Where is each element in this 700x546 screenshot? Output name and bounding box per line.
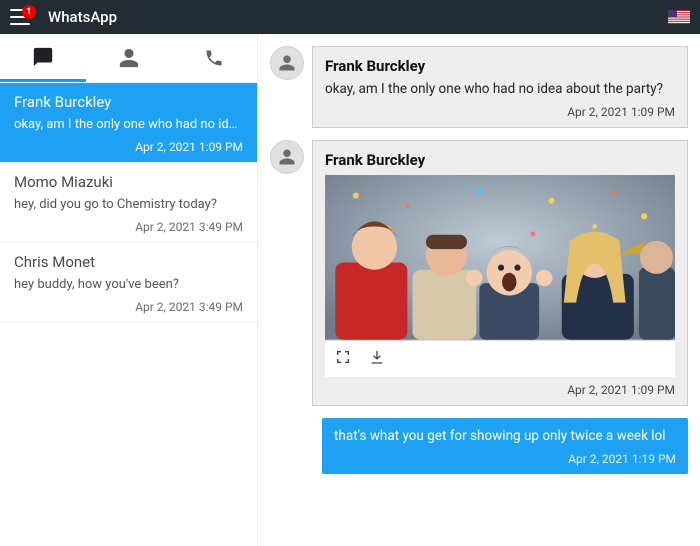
- conversation-time: Apr 2, 2021 3:49 PM: [14, 300, 243, 314]
- conversation-item[interactable]: Chris Monet hey buddy, how you've been? …: [0, 243, 257, 323]
- menu-button[interactable]: 1: [10, 9, 30, 25]
- top-bar: 1 WhatsApp: [0, 0, 700, 34]
- conversation-snippet: okay, am I the only one who had no ide…: [14, 117, 243, 132]
- conversation-name: Momo Miazuki: [14, 173, 243, 191]
- message-text: that's what you get for showing up only …: [334, 428, 676, 444]
- expand-icon[interactable]: [335, 349, 351, 369]
- conversation-name: Frank Burckley: [14, 93, 243, 111]
- conversation-item[interactable]: Momo Miazuki hey, did you go to Chemistr…: [0, 163, 257, 243]
- chat-thread: Frank Burckley okay, am I the only one w…: [258, 34, 700, 546]
- conversation-sidebar: Frank Burckley okay, am I the only one w…: [0, 34, 258, 546]
- conversation-snippet: hey buddy, how you've been?: [14, 277, 243, 292]
- avatar: [270, 46, 304, 80]
- sidebar-tabs: [0, 34, 257, 83]
- message-sender: Frank Burckley: [325, 151, 675, 169]
- person-icon: [118, 47, 140, 69]
- incoming-media-message: Frank Burckley: [312, 140, 688, 406]
- conversation-time: Apr 2, 2021 1:09 PM: [14, 140, 243, 154]
- message-row: that's what you get for showing up only …: [262, 418, 696, 474]
- message-row: Frank Burckley: [262, 140, 696, 406]
- message-text: okay, am I the only one who had no idea …: [325, 81, 675, 97]
- conversation-name: Chris Monet: [14, 253, 243, 271]
- message-sender: Frank Burckley: [325, 57, 675, 75]
- outgoing-message: that's what you get for showing up only …: [322, 418, 688, 474]
- conversation-snippet: hey, did you go to Chemistry today?: [14, 197, 243, 212]
- conversation-list: Frank Burckley okay, am I the only one w…: [0, 83, 257, 546]
- app-title: WhatsApp: [48, 8, 117, 26]
- notification-badge: 1: [22, 5, 36, 19]
- conversation-item[interactable]: Frank Burckley okay, am I the only one w…: [0, 83, 257, 163]
- locale-switcher[interactable]: [668, 10, 690, 24]
- message-time: Apr 2, 2021 1:19 PM: [334, 452, 676, 466]
- tab-contacts[interactable]: [86, 34, 172, 82]
- phone-icon: [204, 48, 224, 68]
- message-icon: [32, 46, 54, 68]
- incoming-message: Frank Burckley okay, am I the only one w…: [312, 46, 688, 128]
- message-time: Apr 2, 2021 1:09 PM: [325, 105, 675, 119]
- download-icon[interactable]: [369, 349, 385, 369]
- media-attachment[interactable]: [325, 175, 675, 377]
- tab-calls[interactable]: [171, 34, 257, 82]
- message-row: Frank Burckley okay, am I the only one w…: [262, 46, 696, 128]
- avatar: [270, 140, 304, 174]
- flag-us-icon: [668, 10, 690, 24]
- message-time: Apr 2, 2021 1:09 PM: [325, 383, 675, 397]
- media-actions: [325, 340, 675, 377]
- conversation-time: Apr 2, 2021 3:49 PM: [14, 220, 243, 234]
- tab-chats[interactable]: [0, 34, 86, 82]
